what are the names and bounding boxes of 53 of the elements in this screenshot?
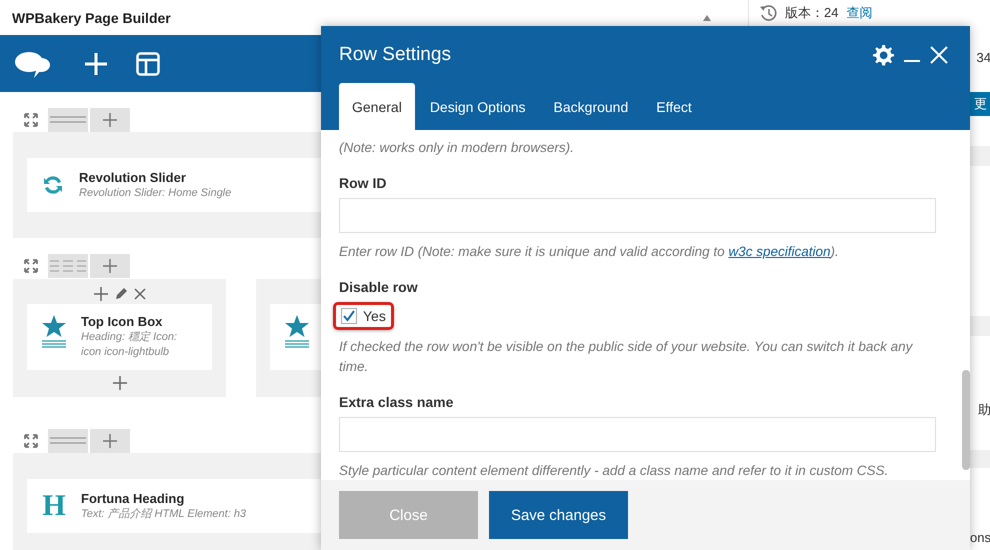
input-field[interactable] [339, 417, 936, 452]
drag-handle[interactable] [48, 108, 88, 132]
element-title: Revolution Slider [79, 170, 187, 184]
field-label: Extra class name [339, 394, 454, 410]
expand-icon[interactable] [24, 434, 38, 448]
tab[interactable]: General [339, 83, 415, 130]
element-title: Top Icon Box [81, 314, 164, 329]
field-label: Disable row [339, 279, 419, 295]
tab[interactable]: Background [540, 83, 642, 130]
expand-icon[interactable] [24, 259, 38, 273]
drag-handle[interactable] [48, 254, 88, 278]
element-description: Heading: 穩定 Icon: icon icon-lightbulb [81, 330, 178, 360]
help-text: Style particular content element differently - add a class name and refer to it in custom CSS. [339, 462, 890, 480]
checkbox[interactable]: Yes [341, 308, 386, 324]
pencil-icon[interactable] [114, 287, 128, 301]
close-icon[interactable] [134, 288, 146, 300]
drag-handle[interactable] [48, 429, 88, 453]
sidebar-text: 助 [977, 401, 990, 419]
help-text: If checked the row won't be visible on the public side of your website. You can switch it back any time. [339, 338, 914, 376]
collapse-icon[interactable] [702, 14, 712, 22]
help-text: (Note: works only in modern browsers). [339, 139, 575, 157]
add-column-button[interactable] [90, 254, 130, 278]
add-icon [102, 433, 118, 449]
version-label: 版本：24 [785, 4, 838, 22]
input-field[interactable] [339, 198, 936, 233]
tab[interactable]: Design Options [416, 83, 539, 130]
dialog-title: Row Settings [339, 44, 451, 66]
field-label: Row ID [339, 175, 388, 191]
star-icon [284, 314, 310, 348]
heading-icon: H [41, 491, 67, 521]
update-button[interactable]: 更 [970, 92, 990, 116]
builder-title: WPBakery Page Builder [12, 10, 171, 26]
tab[interactable]: Effect [643, 83, 705, 130]
help-text: Enter row ID (Note: make sure it is unique and valid according to w3c specification). [339, 243, 840, 261]
settings-icon[interactable] [872, 44, 894, 66]
element-description: Revolution Slider: Home Single [79, 186, 232, 200]
specification-link[interactable]: w3c specification [728, 244, 830, 259]
add-icon [102, 112, 118, 128]
layout-icon[interactable] [136, 52, 160, 76]
save-button[interactable]: Save changes [489, 491, 628, 539]
version-link[interactable]: 查阅 [846, 4, 872, 22]
add-column-button[interactable] [90, 108, 130, 132]
star-icon [41, 314, 67, 348]
add-icon[interactable] [112, 376, 126, 390]
check-icon [343, 310, 355, 322]
element-description: Text: 产品介绍 HTML Element: h3 [81, 506, 246, 522]
history-icon [759, 4, 777, 22]
element-title: Fortuna Heading [81, 490, 186, 506]
expand-icon[interactable] [24, 113, 38, 127]
add-icon[interactable] [94, 287, 108, 301]
add-column-button[interactable] [90, 429, 130, 453]
element-card[interactable]: Top Icon Box Heading: 穩定 Icon: icon icon-lightbulb [27, 304, 212, 370]
add-icon [102, 258, 118, 274]
